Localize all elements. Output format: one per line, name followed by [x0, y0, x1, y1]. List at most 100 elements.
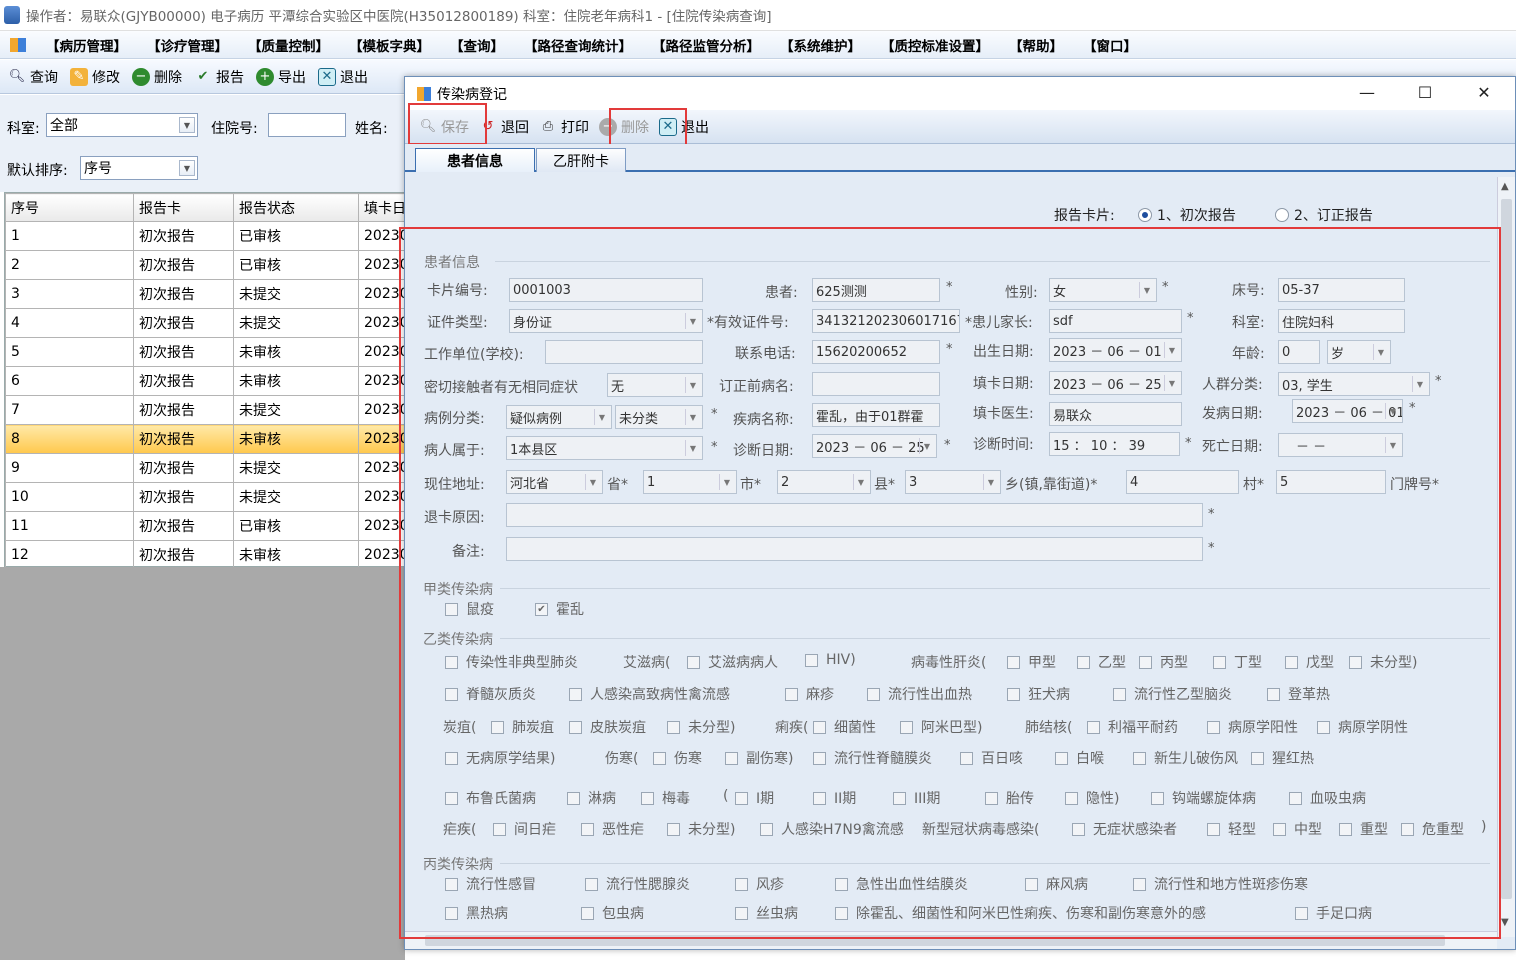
- report-card-label: 报告卡片:: [1054, 208, 1115, 224]
- table-row[interactable]: 7 初次报告 未提交 202307: [5, 395, 425, 425]
- table-cell: 初次报告: [133, 221, 234, 251]
- search-icon: 🔍︎: [8, 69, 26, 84]
- table-cell: 9: [5, 453, 134, 483]
- maximize-button[interactable]: ☐: [1413, 83, 1437, 103]
- table-cell: 12: [5, 540, 134, 570]
- menu-query[interactable]: 【查询】: [450, 35, 504, 55]
- chevron-down-icon[interactable]: ▼: [179, 160, 195, 176]
- table-cell: 初次报告: [133, 424, 234, 454]
- minimize-button[interactable]: —: [1355, 83, 1379, 103]
- close-button[interactable]: ✕: [1472, 83, 1496, 103]
- modify-button[interactable]: ✎ 修改: [70, 67, 120, 87]
- radio-correction-report[interactable]: 2、订正报告: [1275, 205, 1373, 225]
- menu-path-monitor[interactable]: 【路径监管分析】: [652, 35, 760, 55]
- table-cell: 未提交: [233, 395, 359, 425]
- check-icon: ✔: [197, 69, 209, 84]
- chevron-down-icon[interactable]: ▼: [179, 117, 195, 133]
- highlight-form-area: [399, 227, 1501, 939]
- table-cell: 初次报告: [133, 366, 234, 396]
- scroll-up-icon[interactable]: ▲: [1501, 181, 1509, 192]
- table-cell: 未提交: [233, 482, 359, 512]
- main-title: 操作者：易联众(GJYB00000) 电子病历 平潭综合实验区中医院(H3501…: [26, 9, 772, 25]
- table-cell: 2: [5, 250, 134, 280]
- table-cell: 6: [5, 366, 134, 396]
- table-cell: 初次报告: [133, 279, 234, 309]
- table-cell: 未审核: [233, 337, 359, 367]
- grid-header-row: 序号 报告卡 报告状态 填卡日: [5, 193, 425, 222]
- menu-quality[interactable]: 【质量控制】: [248, 35, 329, 55]
- table-cell: 初次报告: [133, 395, 234, 425]
- sort-select[interactable]: 序号 ▼: [80, 156, 198, 180]
- print-button[interactable]: ⎙ 打印: [539, 117, 589, 137]
- exit-label: 退出: [340, 69, 368, 86]
- table-cell: 初次报告: [133, 511, 234, 541]
- table-row[interactable]: 1 初次报告 已审核 202306: [5, 221, 425, 251]
- print-label: 打印: [561, 119, 589, 136]
- radio-dot: [1275, 208, 1289, 222]
- sort-label: 默认排序:: [7, 163, 68, 179]
- back-label: 退回: [501, 119, 529, 136]
- dialog-tabs: 患者信息 乙肝附卡: [405, 144, 1515, 172]
- table-row[interactable]: 12 初次报告 未审核 202306: [5, 540, 425, 570]
- radio-initial-report[interactable]: 1、初次报告: [1138, 205, 1236, 225]
- menu-template[interactable]: 【模板字典】: [349, 35, 430, 55]
- delete-label: 删除: [154, 69, 182, 86]
- table-cell: 未审核: [233, 366, 359, 396]
- pencil-icon: ✎: [70, 67, 88, 86]
- scroll-thumb[interactable]: [1501, 199, 1512, 899]
- inpatient-input[interactable]: [268, 113, 346, 137]
- menu-qc-standard[interactable]: 【质控标准设置】: [881, 35, 989, 55]
- dialog-icon: [417, 86, 431, 101]
- report-label: 报告: [216, 69, 244, 86]
- table-row[interactable]: 11 初次报告 已审核 202306: [5, 511, 425, 541]
- menu-help[interactable]: 【帮助】: [1009, 35, 1063, 55]
- minus-circle-icon: −: [132, 67, 150, 86]
- delete-button[interactable]: − 删除: [132, 67, 182, 87]
- printer-icon: ⎙: [542, 119, 554, 134]
- plus-circle-icon: +: [256, 67, 274, 86]
- report-button[interactable]: ✔ 报告: [194, 67, 244, 87]
- table-cell: 8: [5, 424, 134, 454]
- table-row[interactable]: 9 初次报告 未提交 202307: [5, 453, 425, 483]
- table-cell: 未提交: [233, 453, 359, 483]
- dept-select[interactable]: 全部 ▼: [46, 113, 198, 137]
- window-menu-icon[interactable]: [10, 37, 26, 52]
- table-cell: 初次报告: [133, 337, 234, 367]
- table-cell: 未提交: [233, 279, 359, 309]
- export-label: 导出: [278, 69, 306, 86]
- table-cell: 10: [5, 482, 134, 512]
- grid-body: 1 初次报告 已审核 202306 2 初次报告 已审核 202307 3 初次报告 未提交 2023…: [5, 221, 425, 570]
- col-header-card[interactable]: 报告卡: [133, 193, 234, 222]
- tab-patient-info[interactable]: 患者信息: [415, 148, 535, 172]
- table-cell: 7: [5, 395, 134, 425]
- report-grid: 序号 报告卡 报告状态 填卡日 1 初次报告 已审核 202306 2 初次报告 已审核 20…: [4, 192, 425, 570]
- table-row[interactable]: 6 初次报告 未审核 202306: [5, 366, 425, 396]
- name-label: 姓名:: [355, 121, 388, 137]
- scroll-down-icon[interactable]: ▼: [1501, 917, 1509, 928]
- table-row[interactable]: 10 初次报告 未提交 202307: [5, 482, 425, 512]
- query-button[interactable]: 🔍︎ 查询: [8, 67, 58, 87]
- highlight-save: [408, 103, 487, 145]
- col-header-seq[interactable]: 序号: [5, 193, 134, 222]
- table-cell: 4: [5, 308, 134, 338]
- table-cell: 初次报告: [133, 482, 234, 512]
- col-header-status[interactable]: 报告状态: [233, 193, 359, 222]
- menu-system[interactable]: 【系统维护】: [780, 35, 861, 55]
- table-row[interactable]: 2 初次报告 已审核 202307: [5, 250, 425, 280]
- menu-record[interactable]: 【病历管理】: [46, 35, 127, 55]
- table-row[interactable]: 5 初次报告 未审核 202307: [5, 337, 425, 367]
- table-row[interactable]: 3 初次报告 未提交 202307: [5, 279, 425, 309]
- menu-diagnosis[interactable]: 【诊疗管理】: [147, 35, 228, 55]
- export-button[interactable]: + 导出: [256, 67, 306, 87]
- table-cell: 未审核: [233, 424, 359, 454]
- table-cell: 已审核: [233, 511, 359, 541]
- table-cell: 未审核: [233, 540, 359, 570]
- menu-window[interactable]: 【窗口】: [1083, 35, 1137, 55]
- table-row[interactable]: 8 初次报告 未审核 202306: [5, 424, 425, 454]
- exit-button[interactable]: ✕ 退出: [318, 67, 368, 87]
- menu-path-stats[interactable]: 【路径查询统计】: [524, 35, 632, 55]
- table-row[interactable]: 4 初次报告 未提交 202307: [5, 308, 425, 338]
- dept-label: 科室:: [7, 121, 40, 137]
- tab-hepatitis-b-card[interactable]: 乙肝附卡: [536, 148, 626, 172]
- table-cell: 已审核: [233, 221, 359, 251]
